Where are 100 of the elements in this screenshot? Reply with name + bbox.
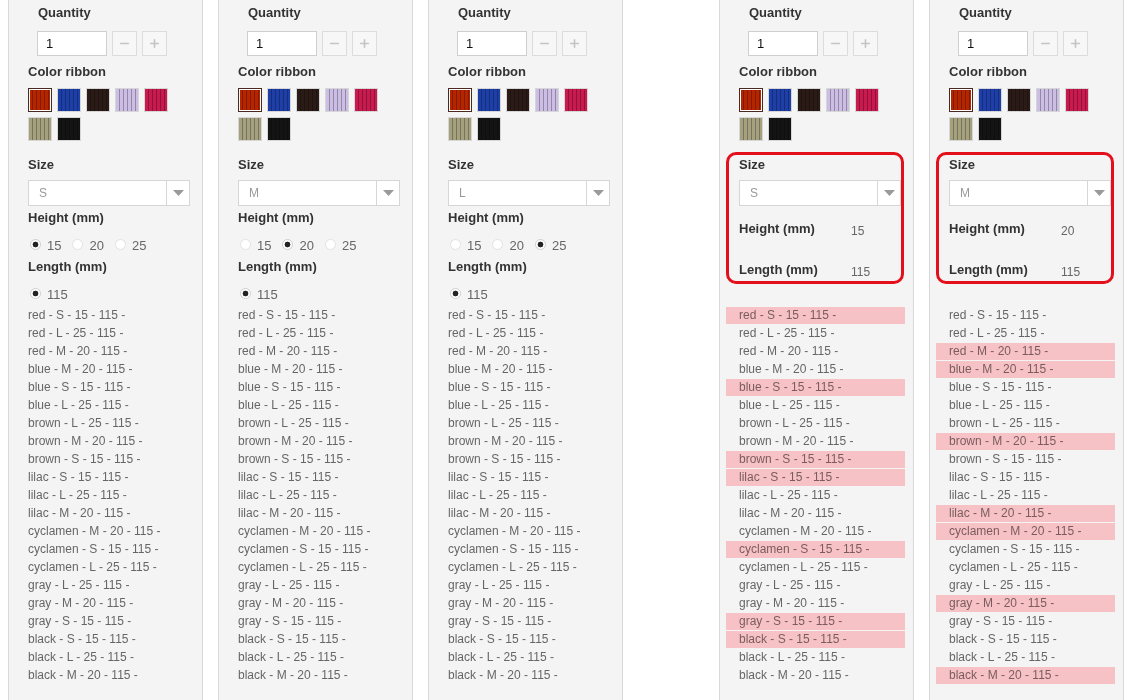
variant-row-text: blue - S - 15 - 115 - [948, 379, 1053, 396]
variant-row: cyclamen - M - 20 - 115 - [936, 523, 1115, 540]
variant-row-text: black - S - 15 - 115 - [948, 631, 1058, 648]
radio-button[interactable] [240, 287, 251, 299]
variant-row-text: cyclamen - S - 15 - 115 - [27, 541, 160, 558]
quantity-input[interactable]: 1 [37, 31, 107, 56]
size-label: Size [949, 157, 976, 173]
variant-row-text: blue - S - 15 - 115 - [237, 379, 342, 396]
plus-icon [859, 37, 872, 50]
radio-button[interactable] [324, 238, 336, 250]
plus-icon [148, 37, 161, 50]
caret-icon [883, 190, 895, 196]
variant-row-text: black - S - 15 - 115 - [237, 631, 347, 648]
radio-button[interactable] [114, 238, 126, 250]
variant-row: blue - M - 20 - 115 - [936, 361, 1115, 378]
color-swatch-icon[interactable] [949, 88, 973, 112]
variant-row-text: lilac - M - 20 - 115 - [237, 505, 342, 522]
color-ribbon-label: Color ribbon [448, 64, 527, 80]
variant-row-text: lilac - L - 25 - 115 - [948, 487, 1049, 504]
variant-row-text: brown - S - 15 - 115 - [237, 451, 352, 468]
radio-button[interactable] [492, 238, 504, 250]
variant-row-text: lilac - L - 25 - 115 - [27, 487, 128, 504]
radio-button[interactable] [450, 287, 461, 299]
variant-row-text: red - L - 25 - 115 - [27, 325, 125, 342]
radio-button[interactable] [72, 238, 84, 250]
radio-button[interactable] [450, 238, 461, 250]
variant-row-text: gray - M - 20 - 115 - [447, 595, 555, 612]
variant-row-text: cyclamen - L - 25 - 115 - [237, 559, 368, 576]
variant-row-text: cyclamen - M - 20 - 115 - [237, 523, 372, 540]
variant-row-text: red - S - 15 - 115 - [948, 307, 1048, 324]
option-label: 115 [467, 286, 488, 303]
variant-row-text: cyclamen - S - 15 - 115 - [447, 541, 580, 558]
variant-row-text: black - M - 20 - 115 - [237, 667, 349, 684]
option-label: 115 [257, 286, 278, 303]
variant-row-text: blue - L - 25 - 115 - [948, 397, 1051, 414]
variant-row-text: cyclamen - M - 20 - 115 - [27, 523, 162, 540]
variant-row-text: brown - L - 25 - 115 - [447, 415, 560, 432]
color-swatch-icon[interactable] [448, 88, 472, 112]
quantity-label: Quantity [959, 5, 1013, 21]
variant-row-text: brown - S - 15 - 115 - [948, 451, 1063, 468]
quantity-input[interactable]: 1 [748, 31, 818, 56]
variant-row-text: lilac - L - 25 - 115 - [738, 487, 839, 504]
variant-row-text: gray - L - 25 - 115 - [237, 577, 341, 594]
option-label: 15 [467, 237, 482, 254]
caret-icon [382, 190, 394, 196]
plus-icon [568, 37, 581, 50]
variant-row-text: blue - L - 25 - 115 - [447, 397, 550, 414]
variant-row-text: brown - L - 25 - 115 - [948, 415, 1061, 432]
quantity-input[interactable]: 1 [457, 31, 527, 56]
variant-row-text: cyclamen - L - 25 - 115 - [948, 559, 1079, 576]
radio-button[interactable] [30, 238, 41, 250]
plus-icon [358, 37, 371, 50]
variant-row-text: red - M - 20 - 115 - [237, 343, 339, 360]
variant-row-text: red - S - 15 - 115 - [237, 307, 337, 324]
variant-row-text: gray - S - 15 - 115 - [948, 613, 1054, 630]
variant-row-text: cyclamen - S - 15 - 115 - [948, 541, 1081, 558]
radio-button[interactable] [282, 238, 294, 250]
variant-row-text: lilac - M - 20 - 115 - [447, 505, 552, 522]
radio-button[interactable] [534, 238, 546, 250]
size-label: Size [739, 157, 766, 173]
variant-row-text: gray - M - 20 - 115 - [237, 595, 345, 612]
variant-row-text: black - L - 25 - 115 - [27, 649, 136, 666]
quantity-input[interactable]: 1 [958, 31, 1028, 56]
radio-button[interactable] [30, 287, 41, 299]
option-label: 20 [299, 237, 314, 254]
radio-button[interactable] [240, 238, 251, 250]
option-label: 25 [341, 237, 357, 254]
color-ribbon-label: Color ribbon [739, 64, 818, 80]
color-swatch-icon[interactable] [238, 88, 262, 112]
variant-row-text: gray - L - 25 - 115 - [447, 577, 551, 594]
variant-row-text: cyclamen - M - 20 - 115 - [738, 523, 873, 540]
option-label: 20 [89, 237, 104, 254]
quantity-label: Quantity [38, 5, 92, 21]
height-label: Height (mm) [949, 220, 1026, 237]
color-swatch-icon[interactable] [28, 88, 52, 112]
variant-row: brown - M - 20 - 115 - [936, 433, 1115, 450]
variant-row: cyclamen - S - 15 - 115 - [726, 541, 905, 558]
variant-row-text: gray - S - 15 - 115 - [237, 613, 343, 630]
variant-row: gray - M - 20 - 115 - [936, 595, 1115, 612]
quantity-input[interactable]: 1 [247, 31, 317, 56]
quantity-label: Quantity [749, 5, 803, 21]
length-label: Length (mm) [949, 261, 1029, 278]
variant-row-text: cyclamen - M - 20 - 115 - [447, 523, 582, 540]
height-value: 20 [1061, 223, 1076, 239]
variant-row-text: brown - L - 25 - 115 - [738, 415, 851, 432]
variant-row: red - M - 20 - 115 - [936, 343, 1115, 360]
option-label: 25 [131, 237, 147, 254]
variant-row-text: brown - L - 25 - 115 - [237, 415, 350, 432]
variant-row-text: gray - M - 20 - 115 - [738, 595, 846, 612]
variant-row-text: gray - S - 15 - 115 - [27, 613, 133, 630]
variant-row-text: black - L - 25 - 115 - [738, 649, 847, 666]
option-label: 15 [47, 237, 62, 254]
variant-row-text: black - S - 15 - 115 - [27, 631, 137, 648]
color-swatch-icon[interactable] [739, 88, 763, 112]
color-ribbon-label: Color ribbon [949, 64, 1028, 80]
variant-row-text: red - M - 20 - 115 - [27, 343, 129, 360]
length-label: Length (mm) [448, 259, 528, 275]
variant-row-text: red - L - 25 - 115 - [948, 325, 1046, 342]
variant-row-text: gray - S - 15 - 115 - [447, 613, 553, 630]
variant-row-text: brown - M - 20 - 115 - [738, 433, 855, 450]
